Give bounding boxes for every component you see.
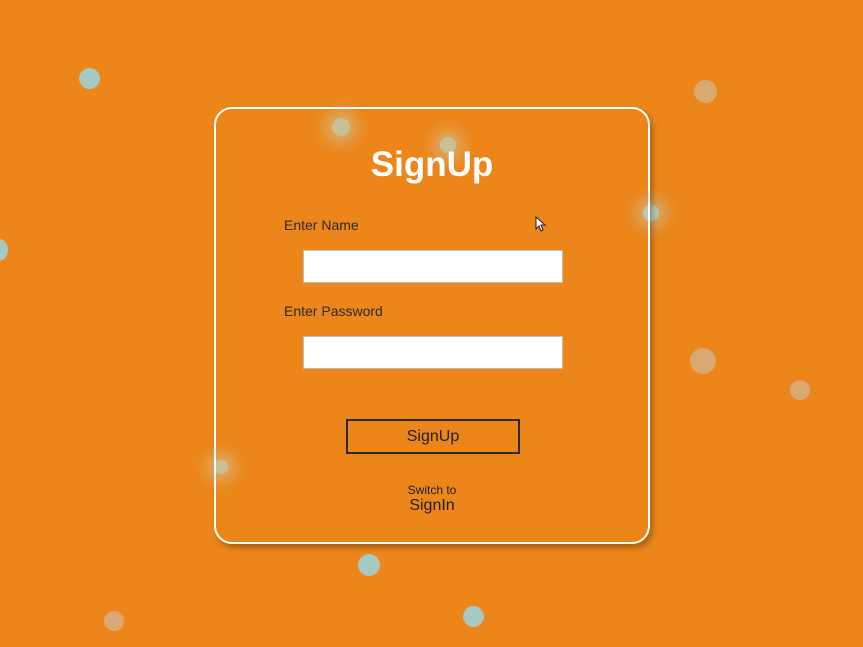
signup-card: SignUp Enter Name Enter Password SignUp …	[214, 107, 650, 544]
password-input[interactable]	[303, 336, 563, 369]
background-particle	[690, 348, 716, 374]
switch-to-signin-link[interactable]: SignIn	[216, 497, 648, 515]
background-particle	[694, 80, 717, 103]
form-title: SignUp	[370, 145, 494, 184]
background-particle	[358, 554, 380, 576]
background-particle	[0, 239, 8, 261]
mouse-pointer-icon	[535, 216, 547, 232]
name-input[interactable]	[303, 250, 563, 283]
background-particle	[790, 380, 810, 400]
signup-button[interactable]: SignUp	[346, 419, 520, 454]
background-particle	[463, 606, 484, 627]
background-particle	[104, 611, 124, 631]
background-particle	[79, 68, 100, 89]
name-label: Enter Name	[284, 217, 359, 233]
password-label: Enter Password	[284, 303, 383, 319]
switch-hint-text: Switch to	[407, 483, 457, 497]
